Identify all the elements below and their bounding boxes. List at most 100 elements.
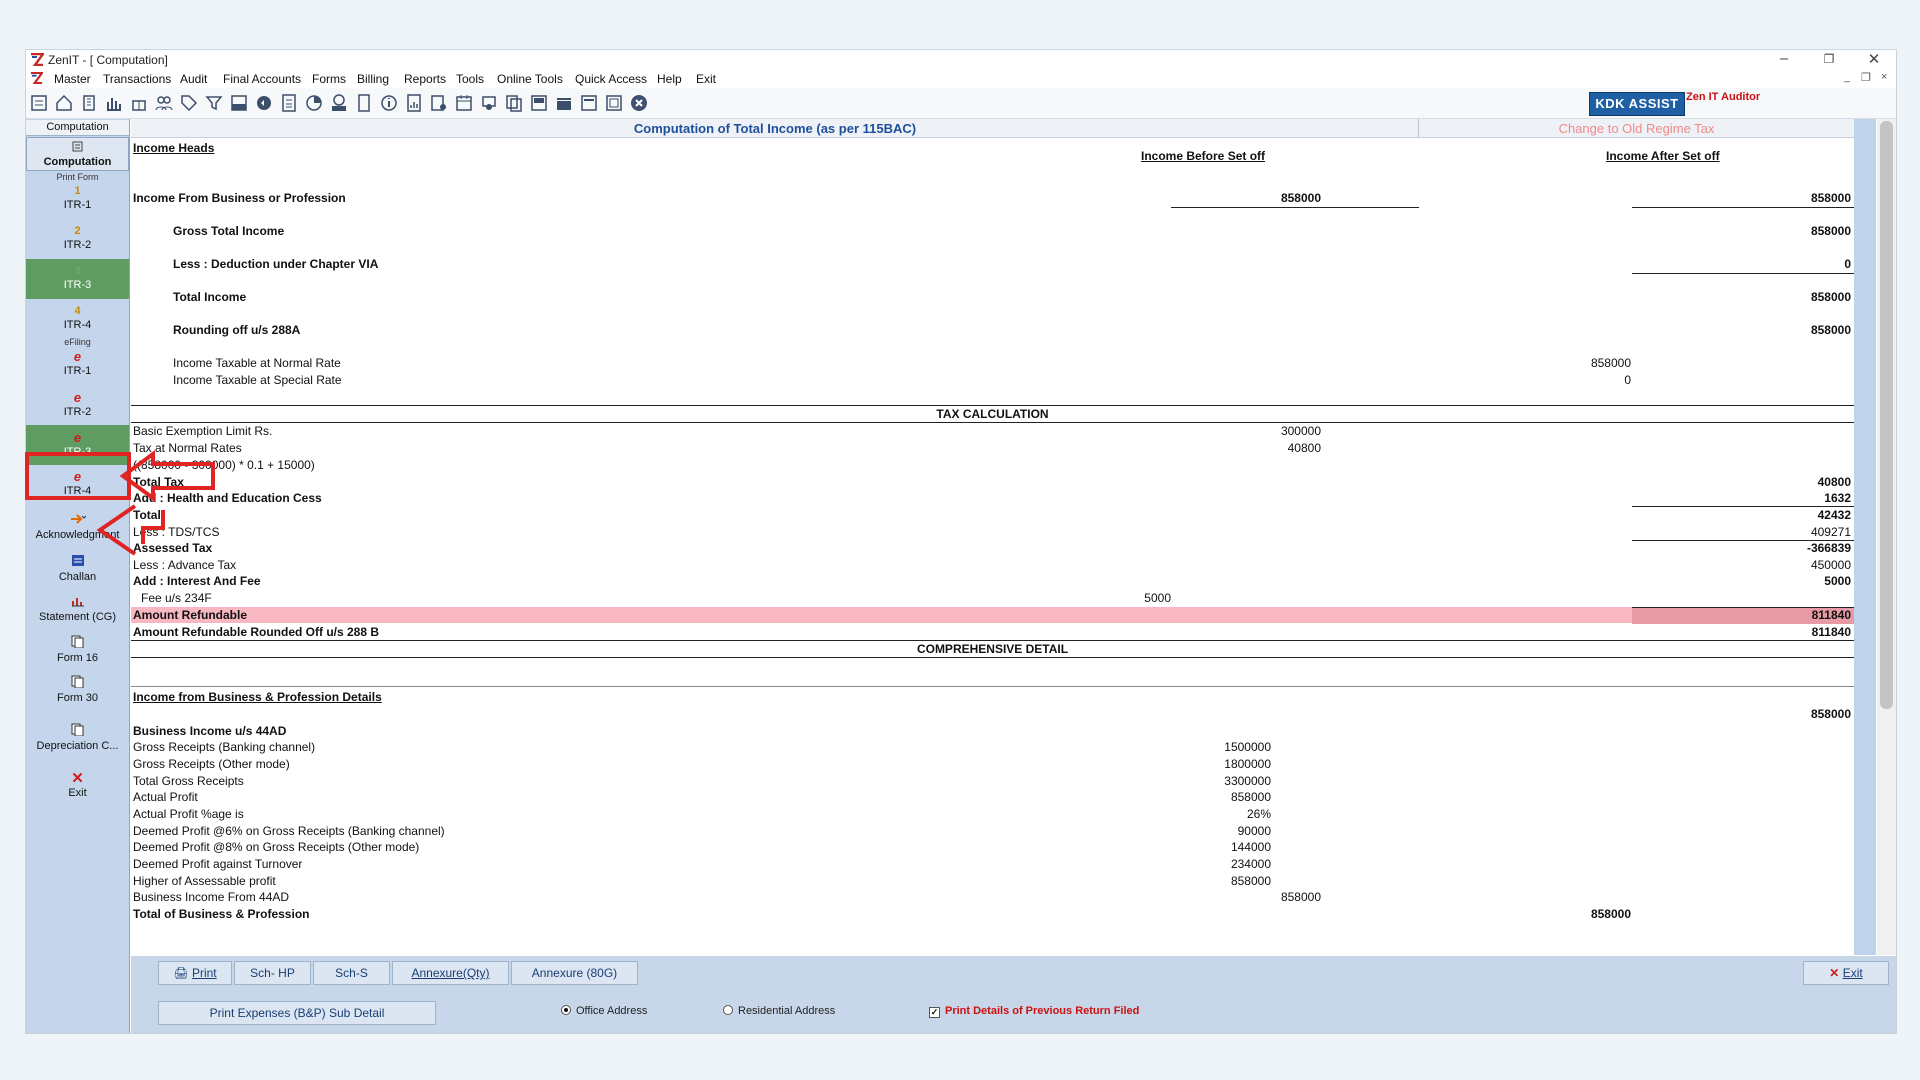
calculator-icon[interactable] xyxy=(279,93,299,113)
deemed-profit-8-label: Deemed Profit @8% on Gross Receipts (Oth… xyxy=(133,840,420,854)
business-income-label: Income From Business or Profession xyxy=(133,191,346,205)
building-icon[interactable] xyxy=(79,93,99,113)
mdi-minimize-button[interactable]: _ xyxy=(1844,71,1850,83)
change-regime-link[interactable]: Change to Old Regime Tax xyxy=(1419,121,1854,136)
deduction-label: Less : Deduction under Chapter VIA xyxy=(173,257,379,271)
home-icon[interactable] xyxy=(54,93,74,113)
amount-refundable-row: Amount Refundable 811840 xyxy=(131,607,1854,624)
mdi-restore-button[interactable]: ❐ xyxy=(1861,71,1871,84)
menu-billing[interactable]: Billing xyxy=(357,72,389,86)
menu-forms[interactable]: Forms xyxy=(312,72,346,86)
refundable-rounded-value: 811840 xyxy=(1811,625,1851,639)
book-icon[interactable] xyxy=(354,93,374,113)
sidebar-print-itr-1[interactable]: 1 ITR-1 xyxy=(26,185,129,218)
form-icon[interactable] xyxy=(604,93,624,113)
exit-button[interactable]: ✕ Exit xyxy=(1803,961,1889,985)
deemed-profit-6-label: Deemed Profit @6% on Gross Receipts (Ban… xyxy=(133,824,445,838)
sidebar-print-itr-2[interactable]: 2 ITR-2 xyxy=(26,225,129,258)
menu-exit[interactable]: Exit xyxy=(696,72,716,86)
bar-chart-icon[interactable] xyxy=(104,93,124,113)
statement-chart-icon xyxy=(71,598,84,607)
sidebar-print-itr-3[interactable]: 3 ITR-3 xyxy=(26,259,129,299)
total-gross-receipts-value: 3300000 xyxy=(1224,774,1271,788)
sidebar-print-itr-4[interactable]: 4 ITR-4 xyxy=(26,305,129,338)
pay-icon[interactable] xyxy=(329,93,349,113)
menu-master[interactable]: Master xyxy=(54,72,91,86)
restore-button[interactable]: ❐ xyxy=(1819,52,1839,66)
special-rate-label: Income Taxable at Special Rate xyxy=(173,373,342,387)
kdk-assist-button[interactable]: KDK ASSIST xyxy=(1589,92,1685,116)
report-icon[interactable] xyxy=(429,93,449,113)
tax-calculation-band: TAX CALCULATION xyxy=(131,405,1854,423)
from-44ad-label: Business Income From 44AD xyxy=(133,890,290,904)
section-divider xyxy=(131,686,1854,687)
vertical-scrollbar[interactable] xyxy=(1877,119,1896,955)
gift-icon[interactable] xyxy=(129,93,149,113)
deduction-value: 0 xyxy=(1844,257,1851,271)
residential-address-radio[interactable]: Residential Address xyxy=(723,1005,835,1017)
cess-value: 1632 xyxy=(1824,491,1851,505)
office-address-radio[interactable]: Office Address xyxy=(561,1005,647,1017)
gift-box-icon[interactable] xyxy=(554,93,574,113)
sidebar-form-30[interactable]: Form 30 xyxy=(26,675,129,711)
exit-button-label: Exit xyxy=(1842,966,1863,980)
menu-help[interactable]: Help xyxy=(657,72,682,86)
efiling-itr-2-label: ITR-2 xyxy=(63,406,92,418)
users-icon[interactable] xyxy=(154,93,174,113)
income-after-setoff-header: Income After Set off xyxy=(1606,149,1720,163)
sidebar-efiling-itr-2[interactable]: e ITR-2 xyxy=(26,390,129,423)
menu-reports[interactable]: Reports xyxy=(404,72,446,86)
copy-icon[interactable] xyxy=(504,93,524,113)
sidebar-statement-cg[interactable]: Statement (CG) xyxy=(26,595,129,631)
close-button[interactable]: ✕ xyxy=(1864,50,1884,68)
menu-online-tools[interactable]: Online Tools xyxy=(497,72,563,86)
filter-icon[interactable] xyxy=(204,93,224,113)
menu-quick-access[interactable]: Quick Access xyxy=(575,72,647,86)
menu-tools[interactable]: Tools xyxy=(456,72,484,86)
sidebar-exit[interactable]: ✕ Exit xyxy=(26,771,129,807)
close-circle-icon[interactable] xyxy=(629,93,649,113)
xml-icon[interactable] xyxy=(579,93,599,113)
calendar-icon[interactable] xyxy=(454,93,474,113)
interest-fee-value: 5000 xyxy=(1824,574,1851,588)
menu-audit[interactable]: Audit xyxy=(180,72,207,86)
print-prev-details-checkbox[interactable]: ✓ Print Details of Previous Return Filed xyxy=(929,1005,1139,1018)
master-toolbar-icon[interactable] xyxy=(29,93,49,113)
zenit-menu-logo-icon xyxy=(30,72,43,84)
computation-title: Computation of Total Income (as per 115B… xyxy=(633,121,917,136)
mdi-close-button[interactable]: × xyxy=(1881,71,1887,83)
menu-final-accounts[interactable]: Final Accounts xyxy=(223,72,301,86)
sidebar-tab-computation[interactable]: Computation xyxy=(26,120,129,136)
sidebar-efiling-itr-1[interactable]: e ITR-1 xyxy=(26,349,129,382)
amount-refundable-value: 811840 xyxy=(1811,608,1851,622)
sch-hp-button[interactable]: Sch- HP xyxy=(234,961,311,985)
annexure-80g-button[interactable]: Annexure (80G) xyxy=(511,961,638,985)
form-30-icon xyxy=(71,675,84,689)
from-44ad-value: 858000 xyxy=(1280,890,1321,904)
pie-chart-icon[interactable] xyxy=(304,93,324,113)
app-window: ZenIT - [ Computation] – ❐ ✕ Master Tran… xyxy=(25,49,1897,1034)
total-bp-label: Total of Business & Profession xyxy=(133,907,310,921)
tag-icon[interactable] xyxy=(179,93,199,113)
sidebar-depreciation[interactable]: Depreciation C... xyxy=(26,723,129,759)
gti-value: 858000 xyxy=(1810,224,1851,238)
document-icon[interactable] xyxy=(404,93,424,113)
deemed-turnover-label: Deemed Profit against Turnover xyxy=(133,857,303,871)
stamp-icon[interactable] xyxy=(479,93,499,113)
print-button[interactable]: 🖨 Print xyxy=(158,961,232,985)
print-expenses-button[interactable]: Print Expenses (B&P) Sub Detail xyxy=(158,1001,436,1025)
menu-transactions[interactable]: Transactions xyxy=(103,72,171,86)
scrollbar-thumb[interactable] xyxy=(1880,121,1893,709)
sidebar-form-16[interactable]: Form 16 xyxy=(26,635,129,671)
sidebar-item-computation[interactable]: Computation xyxy=(26,137,129,171)
itr-4-number: 4 xyxy=(74,305,81,317)
minimize-button[interactable]: – xyxy=(1774,50,1794,67)
sch-s-button[interactable]: Sch-S xyxy=(313,961,390,985)
annexure-qty-button[interactable]: Annexure(Qty) xyxy=(392,961,509,985)
info-icon[interactable] xyxy=(379,93,399,113)
bottom-action-panel: 🖨 Print Sch- HP Sch-S Annexure(Qty) Anne… xyxy=(131,956,1896,1033)
refresh-icon[interactable] xyxy=(254,93,274,113)
tax-icon[interactable] xyxy=(229,93,249,113)
rounding-label: Rounding off u/s 288A xyxy=(173,323,301,337)
bs-icon[interactable] xyxy=(529,93,549,113)
